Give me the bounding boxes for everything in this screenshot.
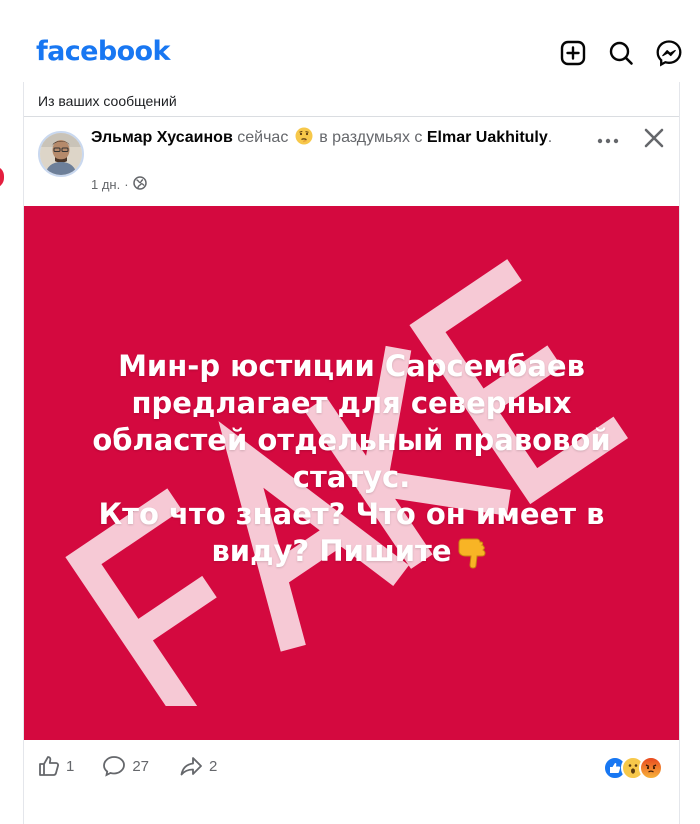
comment-icon <box>103 756 126 777</box>
like-count: 1 <box>66 757 75 775</box>
post-source-label: Из ваших сообщений <box>38 93 177 109</box>
post-message: Мин-р юстиции Сарсембаев предлагает для … <box>64 348 639 570</box>
comment-button[interactable]: 27 <box>102 755 149 777</box>
post-line: предлагает для северных <box>131 386 572 420</box>
top-actions <box>558 38 684 68</box>
share-count: 2 <box>209 757 218 775</box>
tagged-user[interactable]: Elmar Uakhituly <box>427 129 548 146</box>
like-icon <box>39 756 59 776</box>
post-line-last: виду? Пишите <box>64 533 639 570</box>
add-icon[interactable] <box>558 38 588 68</box>
facebook-logo[interactable]: facebook <box>36 36 170 67</box>
post-meta: 1 дн. · <box>91 176 147 193</box>
divider <box>24 116 679 117</box>
post-image[interactable]: Мин-р юстиции Сарсембаев предлагает для … <box>24 206 679 740</box>
thinking-emoji-icon <box>295 127 313 145</box>
close-icon[interactable] <box>642 126 666 150</box>
post-card: Из ваших сообщений Эльмар Хусаинов сейча… <box>23 82 680 824</box>
post-header: Эльмар Хусаинов сейчас в раздумьях с Elm… <box>91 127 553 146</box>
share-icon <box>180 757 202 776</box>
search-icon[interactable] <box>606 38 636 68</box>
reactions-summary[interactable] <box>603 756 663 780</box>
globe-icon <box>132 176 147 193</box>
post-line: виду? Пишите <box>211 534 452 568</box>
author-name[interactable]: Эльмар Хусаинов <box>91 129 233 146</box>
post-line: областей отдельный правовой <box>92 423 611 457</box>
post-line: Кто что знает? Что он имеет в <box>98 497 605 531</box>
post-time-inline: сейчас <box>237 129 289 146</box>
share-button[interactable]: 2 <box>179 755 217 777</box>
like-button[interactable]: 1 <box>38 755 74 777</box>
pointing-down-emoji-icon <box>456 535 492 569</box>
post-line: статус. <box>292 460 411 494</box>
top-bar: facebook <box>0 0 700 80</box>
comment-count: 27 <box>132 757 150 775</box>
more-options-icon[interactable] <box>596 134 620 146</box>
post-timestamp[interactable]: 1 дн. <box>91 177 120 192</box>
post-actions-bar: 1 27 2 <box>24 748 679 784</box>
post-line: Мин-р юстиции Сарсембаев <box>118 349 585 383</box>
angry-reaction-icon <box>639 756 663 780</box>
notification-indicator <box>0 166 4 188</box>
author-avatar[interactable] <box>38 131 84 177</box>
feeling-text: в раздумьях с <box>319 129 423 146</box>
messenger-icon[interactable] <box>654 38 684 68</box>
